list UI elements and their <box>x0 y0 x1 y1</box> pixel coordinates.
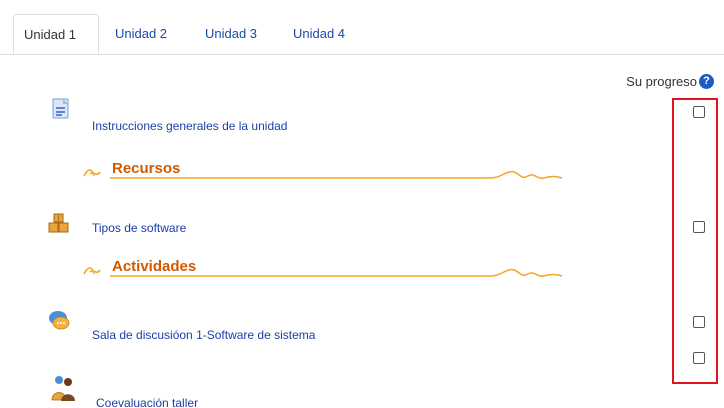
activity-link-tipos-software[interactable]: Tipos de software <box>92 221 186 235</box>
tab-unidad-3[interactable]: Unidad 3 <box>205 14 257 54</box>
activity-link-sala-discusion[interactable]: Sala de discusióon 1-Software de sistema <box>92 328 315 342</box>
activity-link-instrucciones[interactable]: Instrucciones generales de la unidad <box>92 119 287 133</box>
course-page: Unidad 1 Unidad 2 Unidad 3 Unidad 4 Su p… <box>0 0 724 408</box>
progress-label: Su progreso <box>626 74 697 89</box>
workshop-icon <box>51 376 75 401</box>
progress-checkbox-instrucciones[interactable] <box>693 106 705 118</box>
tab-unidad-4[interactable]: Unidad 4 <box>293 14 345 54</box>
unit-tabs: Unidad 1 Unidad 2 Unidad 3 Unidad 4 <box>0 14 724 55</box>
progress-checkbox-sala-discusion[interactable] <box>693 316 705 328</box>
section-title-recursos: Recursos <box>112 160 181 177</box>
progress-checkbox-tipos-software[interactable] <box>693 221 705 233</box>
tab-unidad-1[interactable]: Unidad 1 <box>13 14 99 54</box>
help-icon[interactable]: ? <box>699 74 714 89</box>
activity-link-coevaluacion[interactable]: Coevaluación taller <box>96 396 198 408</box>
section-title-actividades: Actividades <box>112 258 197 275</box>
boxes-icon <box>48 213 69 233</box>
progress-highlight-box <box>672 98 718 384</box>
progress-checkbox-coevaluacion[interactable] <box>693 352 705 364</box>
page-icon <box>52 98 69 119</box>
forum-icon <box>49 311 70 330</box>
progress-header: Su progreso ? <box>626 74 714 89</box>
tab-unidad-2[interactable]: Unidad 2 <box>115 14 167 54</box>
